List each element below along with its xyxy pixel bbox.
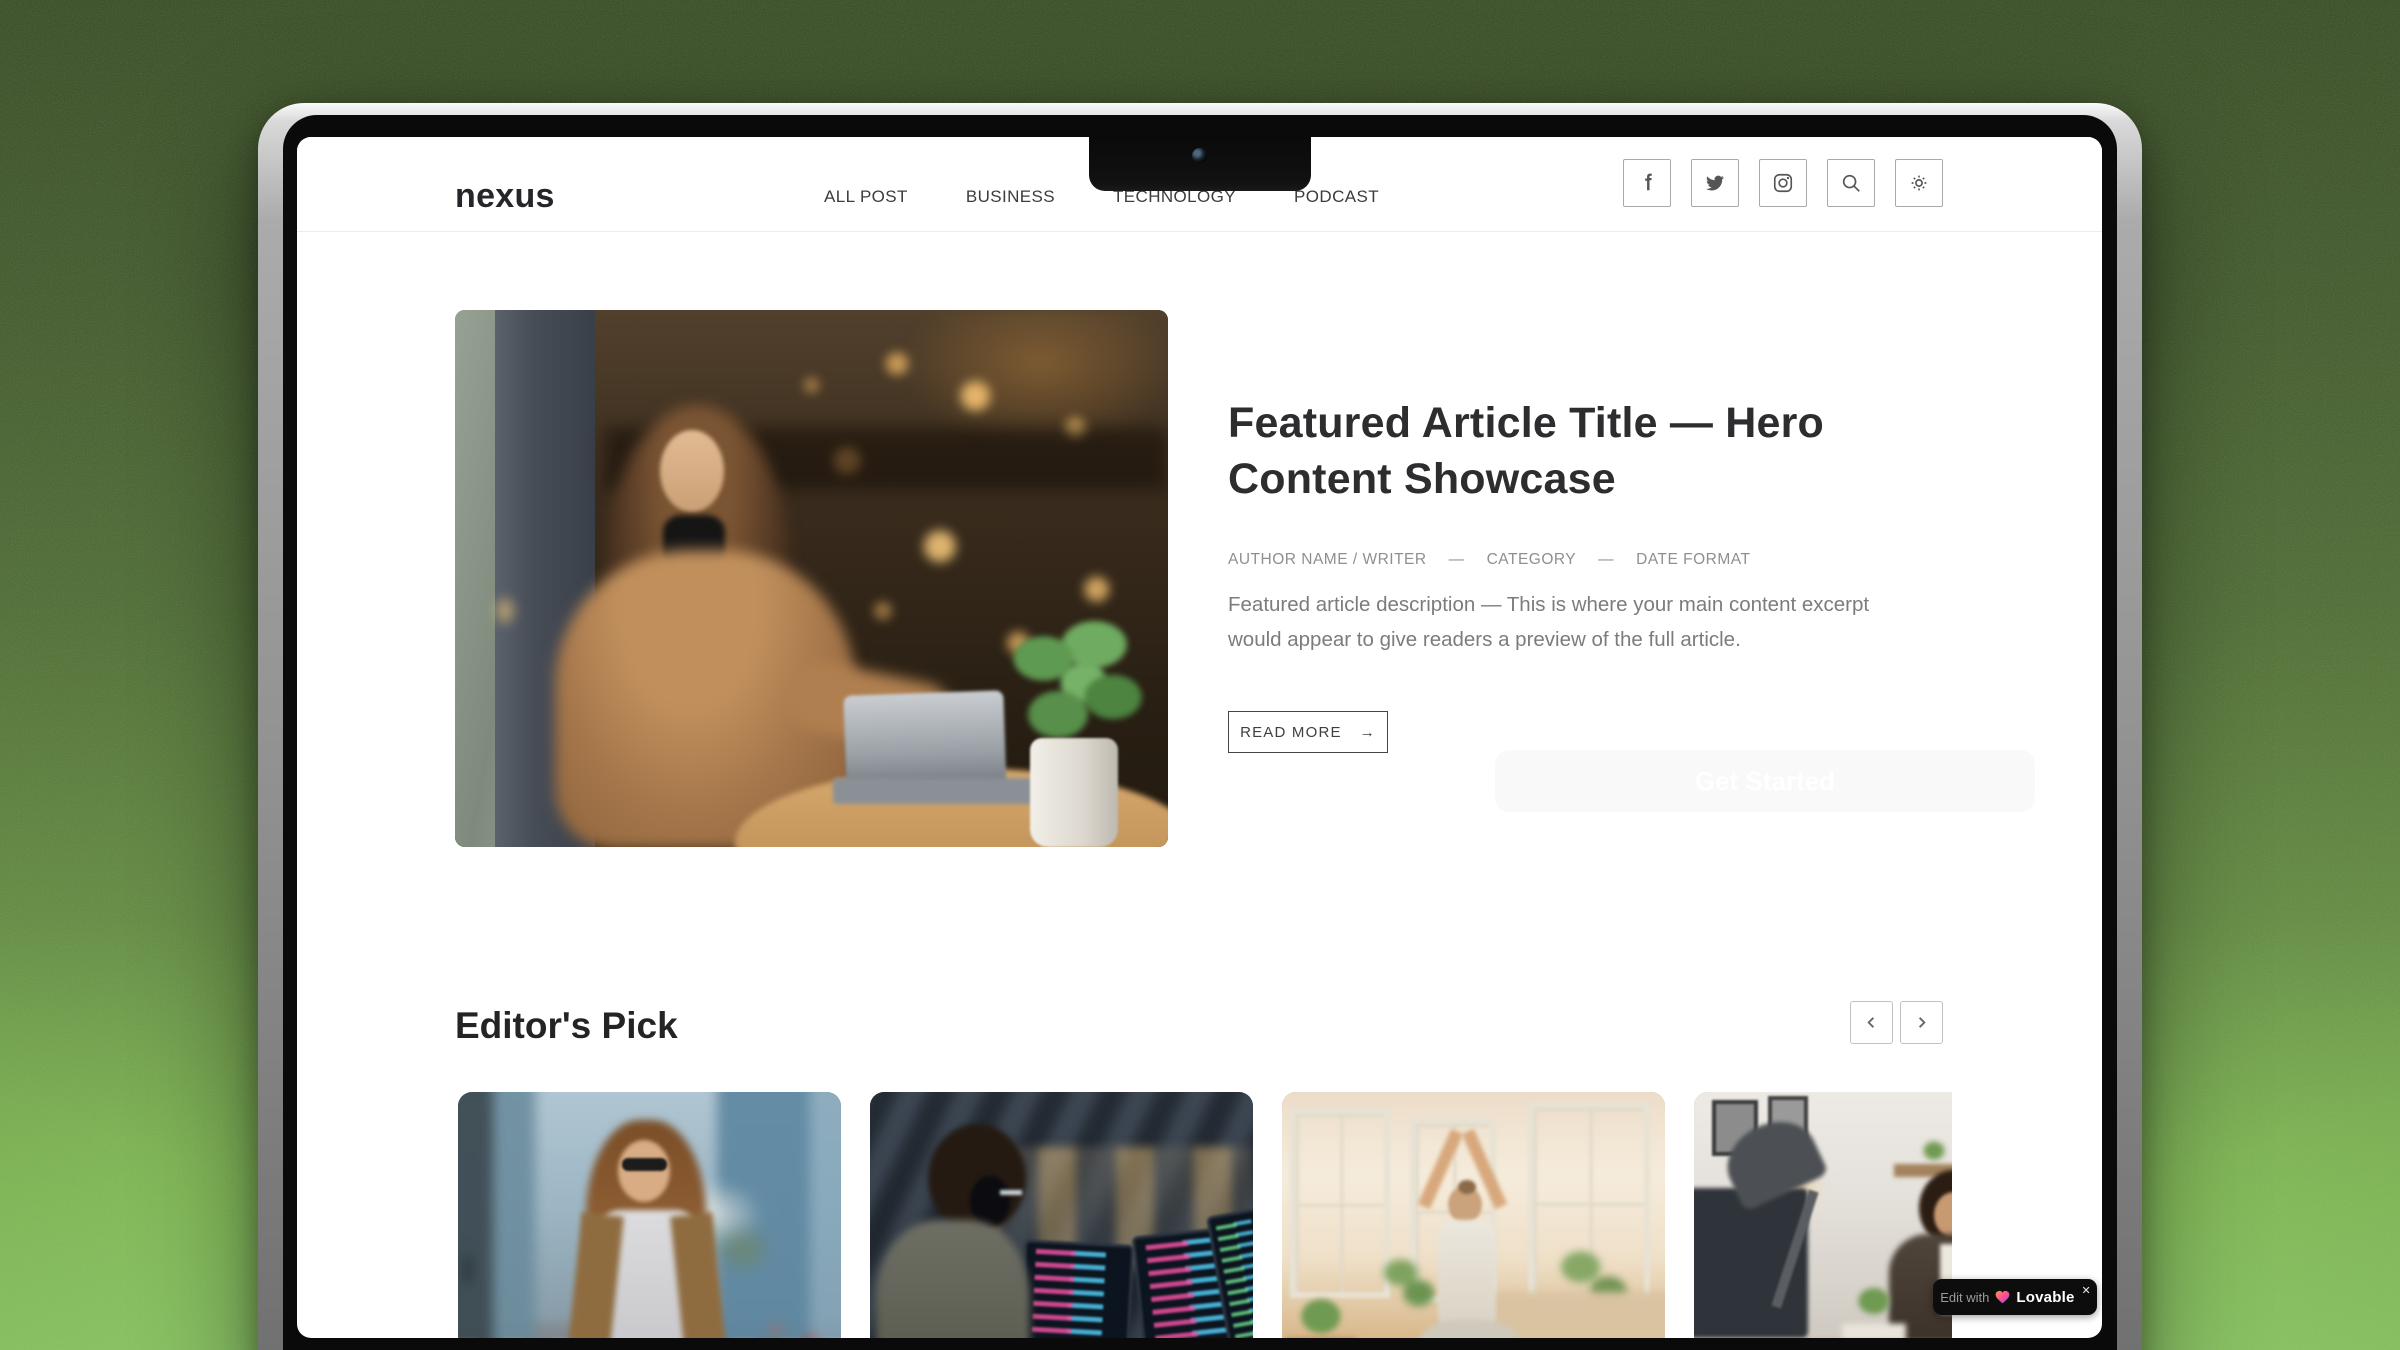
meta-separator: — [1449, 551, 1465, 569]
theme-toggle-button[interactable] [1895, 159, 1943, 207]
instagram-button[interactable] [1759, 159, 1807, 207]
twitter-button[interactable] [1691, 159, 1739, 207]
article-meta: AUTHOR NAME / WRITER — CATEGORY — DATE F… [1228, 551, 1750, 569]
chevron-left-icon [1864, 1015, 1879, 1030]
webcam-icon [1192, 148, 1207, 163]
carousel-track [458, 1092, 1952, 1338]
hero-plant-pot [1030, 738, 1118, 847]
editors-pick-card-home-office[interactable] [1694, 1092, 1952, 1338]
meta-author: AUTHOR NAME / WRITER [1228, 551, 1427, 569]
badge-prefix: Edit with [1940, 1290, 1989, 1305]
laptop-notch [1089, 137, 1311, 191]
browser-screen: nexus ALL POST BUSINESS TECHNOLOGY PODCA… [297, 137, 2102, 1338]
houseplant [1372, 1244, 1444, 1326]
headphones [970, 1176, 1010, 1226]
developer-shoulder [876, 1220, 1030, 1338]
editors-pick-card-developer[interactable] [870, 1092, 1253, 1338]
woman-face [618, 1140, 670, 1202]
meta-separator: — [1598, 551, 1614, 569]
read-more-label: READ MORE [1240, 724, 1342, 741]
meta-category: CATEGORY [1487, 551, 1577, 569]
editors-pick-card-yoga[interactable] [1282, 1092, 1665, 1338]
editors-pick-card-street-fashion[interactable] [458, 1092, 841, 1338]
site-logo[interactable]: nexus [455, 177, 555, 215]
sunglasses [622, 1158, 667, 1171]
featured-article-title: Featured Article Title — Hero Content Sh… [1228, 395, 1952, 507]
editors-pick-carousel [455, 1092, 1952, 1338]
badge-close-icon[interactable]: ✕ [2082, 1284, 2091, 1297]
lovable-heart-icon [1995, 1290, 2010, 1304]
editors-pick-heading: Editor's Pick [455, 1005, 678, 1047]
hair-bun [1458, 1180, 1476, 1194]
theme-sun-icon [1908, 172, 1930, 194]
search-icon [1840, 172, 1862, 194]
ghost-get-started-overlay: Get Started [1495, 750, 2035, 812]
read-more-button[interactable]: READ MORE → [1228, 711, 1388, 753]
edit-with-lovable-badge[interactable]: Edit with Lovable ✕ [1933, 1279, 2097, 1315]
hero-laptop-keyboard [833, 778, 1037, 804]
facebook-button[interactable] [1623, 159, 1671, 207]
code-monitor-left [1016, 1239, 1135, 1338]
shelf-plants [1904, 1132, 1952, 1166]
title-line-1: Featured Article Title — Hero [1228, 399, 1824, 447]
nav-item-podcast[interactable]: PODCAST [1294, 187, 1379, 207]
desk-plant [1842, 1280, 1906, 1338]
yoga-torso [1438, 1220, 1496, 1332]
desktop-wallpaper: nexus ALL POST BUSINESS TECHNOLOGY PODCA… [0, 0, 2400, 1350]
floor-plant [1286, 1292, 1356, 1338]
nav-item-business[interactable]: BUSINESS [966, 187, 1055, 207]
featured-article-text: Featured Article Title — Hero Content Sh… [1228, 395, 1952, 507]
laptop-mockup: nexus ALL POST BUSINESS TECHNOLOGY PODCA… [258, 103, 2142, 1350]
twitter-icon [1704, 172, 1726, 194]
article-description: Featured article description — This is w… [1228, 587, 1928, 657]
title-line-2: Content Showcase [1228, 455, 1616, 503]
arrow-right-icon: → [1360, 724, 1376, 741]
hero-woman-face [660, 430, 724, 512]
search-button[interactable] [1827, 159, 1875, 207]
nav-item-all-post[interactable]: ALL POST [824, 187, 908, 207]
glasses-glint [1000, 1190, 1022, 1195]
instagram-icon [1772, 172, 1794, 194]
featured-article-image[interactable] [455, 310, 1168, 847]
header-actions [1623, 159, 1943, 207]
facebook-icon [1636, 172, 1658, 194]
chevron-right-icon [1914, 1015, 1929, 1030]
carousel-next-button[interactable] [1900, 1001, 1943, 1044]
meta-date: DATE FORMAT [1636, 551, 1750, 569]
carousel-controls [1850, 1001, 1943, 1044]
ghost-label: Get Started [1695, 766, 1835, 797]
carousel-prev-button[interactable] [1850, 1001, 1893, 1044]
badge-brand: Lovable [2016, 1289, 2074, 1306]
